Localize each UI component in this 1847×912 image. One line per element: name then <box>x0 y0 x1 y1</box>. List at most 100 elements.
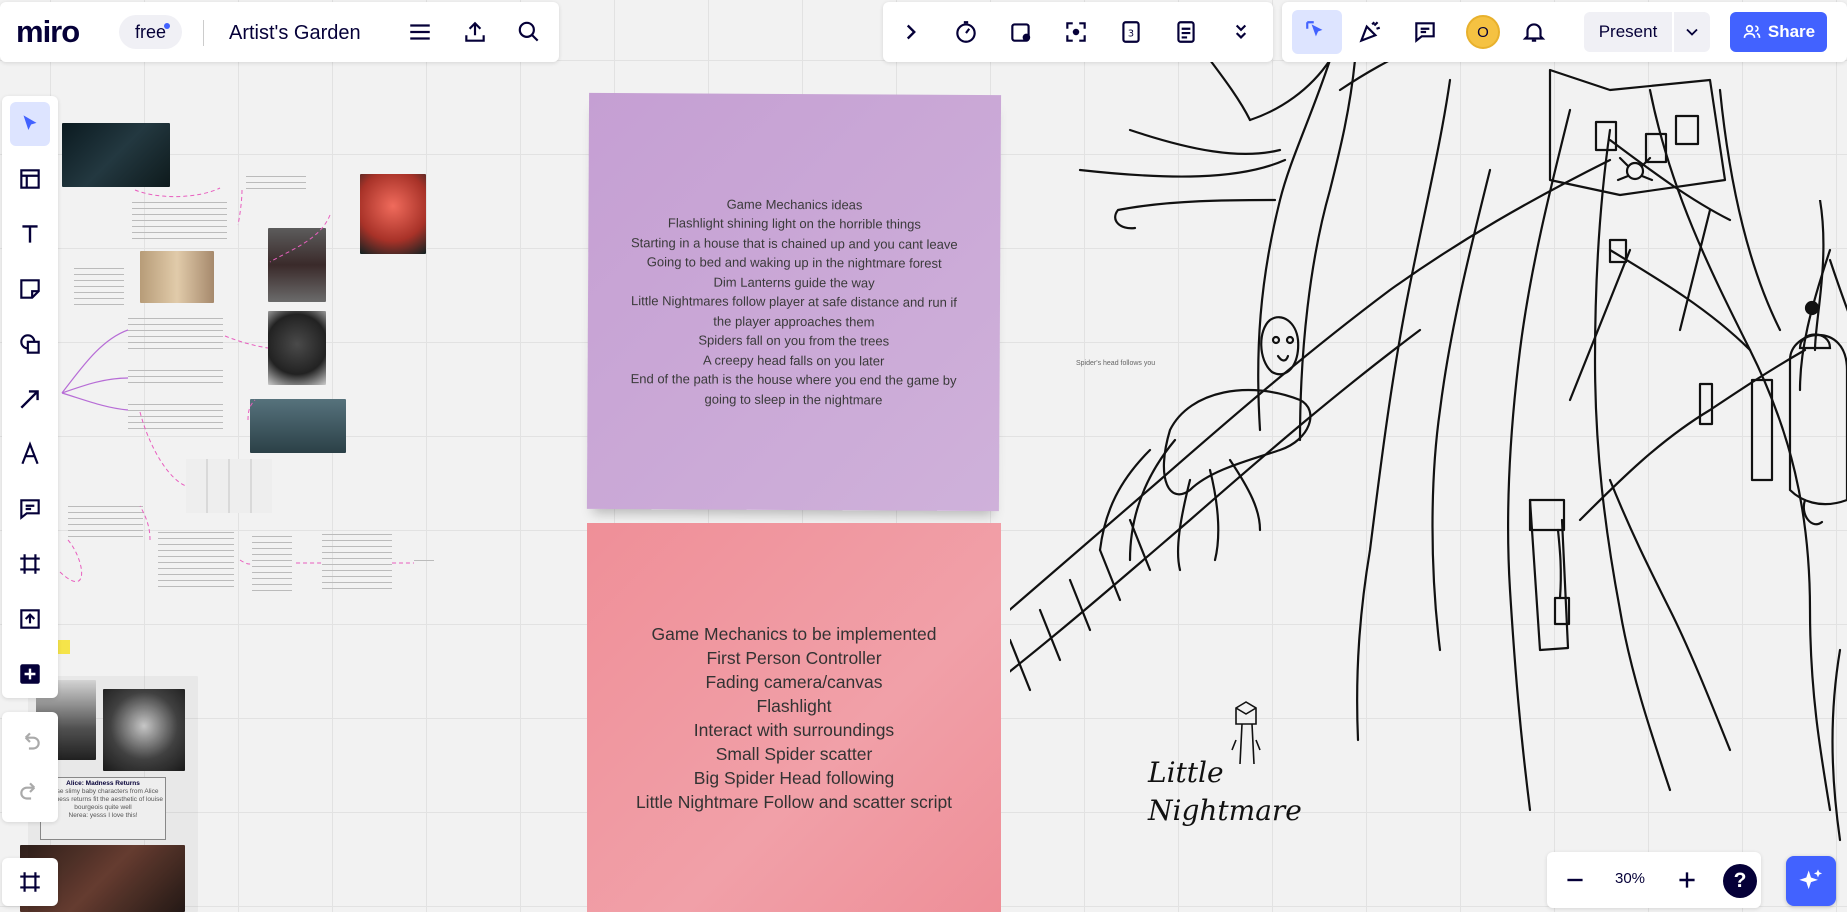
more-tools-button[interactable] <box>1221 12 1261 52</box>
zoom-level[interactable]: 30% <box>1615 870 1645 887</box>
pen-tool[interactable] <box>10 432 50 476</box>
sticky-purple-text: Game Mechanics ideas Flashlight shining … <box>621 194 967 410</box>
search-button[interactable] <box>509 12 549 52</box>
plan-badge[interactable]: free <box>119 15 183 49</box>
notifications-button[interactable] <box>1514 12 1554 52</box>
cursor-icon <box>23 115 37 130</box>
comments-button[interactable] <box>1405 12 1445 52</box>
frame-icon <box>20 554 40 574</box>
comment-icon <box>20 499 40 520</box>
sticky-line: Spiders fall on you from the trees <box>698 332 890 349</box>
sticky-line: Fading camera/canvas <box>705 671 883 692</box>
frame-icon <box>20 872 40 892</box>
redo-icon <box>20 782 36 800</box>
more-apps-tool[interactable] <box>10 652 50 696</box>
celebrate-button[interactable] <box>1350 12 1390 52</box>
sticky-line: Flashlight <box>756 695 832 716</box>
text-tool[interactable] <box>10 212 50 256</box>
sticky-line: Starting in a house that is chained up a… <box>630 234 958 252</box>
hamburger-icon <box>410 24 430 40</box>
zoom-out-button[interactable] <box>1555 860 1595 900</box>
focus-icon <box>1066 22 1086 42</box>
zoom-in-button[interactable] <box>1667 860 1707 900</box>
sticky-note-tool[interactable] <box>10 267 50 311</box>
sticky-line: Little Nightmares follow player at safe … <box>631 293 957 330</box>
plan-badge-label: free <box>135 21 167 42</box>
sticky-note-game-mechanics-ideas[interactable]: Game Mechanics ideas Flashlight shining … <box>586 92 1002 512</box>
select-tool[interactable] <box>10 102 50 146</box>
expand-toolbar-button[interactable] <box>891 12 931 52</box>
templates-tool[interactable] <box>10 157 50 201</box>
connection-line-tool[interactable] <box>10 377 50 421</box>
bell-icon <box>1522 23 1546 42</box>
frames-panel-button[interactable] <box>2 858 58 906</box>
label-line-2: Nightmare <box>1148 794 1302 827</box>
arrow-icon <box>20 390 39 409</box>
frame-tool[interactable] <box>10 542 50 586</box>
minus-icon <box>1567 878 1583 882</box>
creation-toolbar <box>2 96 58 698</box>
top-right-toolbar: O Present Share <box>1282 2 1847 62</box>
avatar-initial: O <box>1477 23 1489 41</box>
svg-text:3: 3 <box>1128 28 1134 39</box>
user-avatar[interactable]: O <box>1466 15 1500 49</box>
present-button[interactable]: Present <box>1584 12 1672 52</box>
document-icon <box>1177 21 1195 43</box>
miro-logo[interactable]: miro <box>16 14 80 50</box>
sticky-note-mechanics-to-implement[interactable]: Game Mechanics to be implemented First P… <box>587 523 1001 912</box>
sticky-pink-text: Game Mechanics to be implemented First P… <box>604 622 984 814</box>
plus-icon <box>1679 872 1695 888</box>
forest-sketch[interactable] <box>1010 50 1847 912</box>
divider <box>203 20 204 46</box>
share-label: Share <box>1767 22 1816 41</box>
shapes-tool[interactable] <box>10 322 50 366</box>
help-button[interactable]: ? <box>1723 864 1757 898</box>
chevron-right-icon <box>906 24 916 40</box>
calendar-button[interactable]: 3 <box>1111 12 1151 52</box>
label-line-1: Little <box>1148 756 1224 789</box>
sticky-line: Little Nightmare Follow and scatter scri… <box>635 791 953 812</box>
voting-button[interactable] <box>1001 12 1041 52</box>
users-icon <box>1743 24 1761 38</box>
menu-button[interactable] <box>400 12 440 52</box>
sticky-note-icon <box>20 279 40 299</box>
question-mark-icon: ? <box>1733 869 1747 892</box>
undo-button[interactable] <box>10 720 50 764</box>
sticky-line: Flashlight shining light on the horrible… <box>667 215 921 232</box>
comment-connectors <box>59 187 414 583</box>
little-nightmare-label: Little Nightmare <box>1148 754 1302 830</box>
sticky-line: First Person Controller <box>706 647 882 668</box>
sparkle-icon <box>1799 869 1823 890</box>
timer-button[interactable] <box>946 12 986 52</box>
frames-list-button[interactable] <box>10 860 50 904</box>
ai-assist-button[interactable] <box>1786 856 1836 906</box>
party-popper-icon <box>1359 21 1381 43</box>
shapes-icon <box>20 334 40 354</box>
text-icon <box>22 225 38 243</box>
upload-icon <box>20 609 40 629</box>
search-icon <box>518 21 539 42</box>
timer-icon <box>956 21 976 43</box>
focus-button[interactable] <box>1056 12 1096 52</box>
badge-dot-icon <box>164 23 171 29</box>
upload-tool[interactable] <box>10 597 50 641</box>
sticky-line: Game Mechanics to be implemented <box>651 623 937 644</box>
sticky-line: A creepy head falls on you later <box>702 352 885 369</box>
redo-button[interactable] <box>10 770 50 814</box>
sticky-line: Big Spider Head following <box>693 767 895 788</box>
share-button[interactable]: Share <box>1730 12 1827 52</box>
export-button[interactable] <box>455 12 495 52</box>
sticky-line: Interact with surroundings <box>693 719 895 740</box>
comment-tool[interactable] <box>10 487 50 531</box>
spider-caption: Spider's head follows you <box>1076 360 1156 367</box>
calendar-icon: 3 <box>1122 21 1140 43</box>
notes-button[interactable] <box>1166 12 1206 52</box>
undo-icon <box>24 732 40 750</box>
cursor-tracking-button[interactable] <box>1292 10 1342 54</box>
top-left-panel: miro free Artist's Garden <box>0 2 559 62</box>
card-icon <box>1011 23 1031 42</box>
present-options-button[interactable] <box>1674 12 1710 52</box>
board-title[interactable]: Artist's Garden <box>229 22 361 45</box>
layout-icon <box>20 169 40 189</box>
chat-icon <box>1415 22 1435 43</box>
